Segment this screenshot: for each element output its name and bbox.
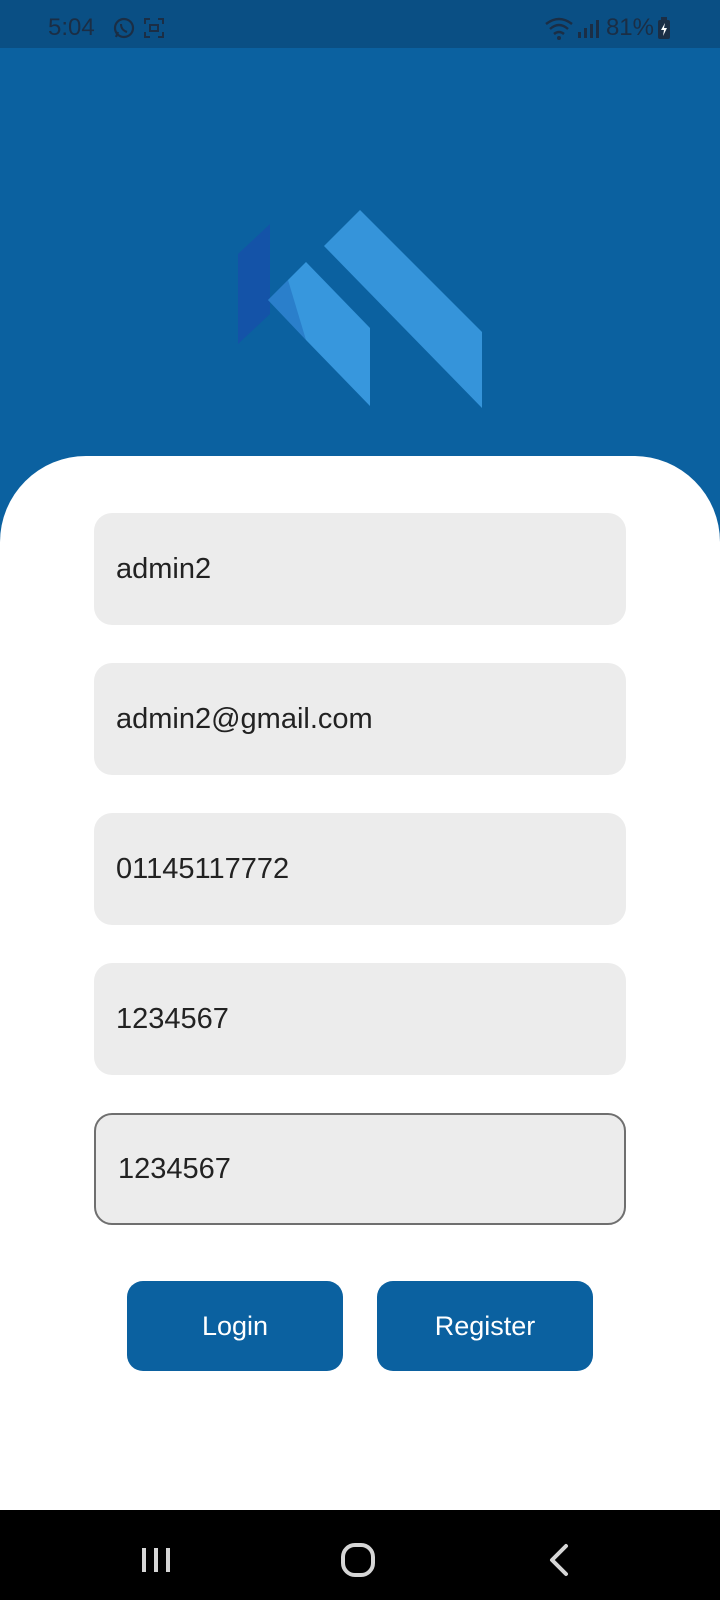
whatsapp-icon (112, 16, 136, 40)
login-button-label: Login (201, 1310, 269, 1341)
login-button[interactable]: Login (127, 1281, 343, 1371)
system-nav-bar (0, 1510, 720, 1600)
username-field[interactable]: admin2 (94, 513, 626, 625)
phone-field[interactable]: 01145117772 (94, 813, 626, 925)
battery-percent: 81% (605, 14, 654, 41)
register-button[interactable]: Register (377, 1281, 593, 1371)
battery-charging-icon (656, 16, 672, 40)
confirm-password-value: 1234567 (118, 1152, 231, 1185)
register-screen: 5:04 81% admin2 admin2@gmail.com 0114511… (0, 0, 720, 1600)
password-value: 1234567 (116, 1002, 229, 1035)
status-time: 5:04 (48, 14, 95, 41)
signal-icon (576, 16, 600, 40)
wifi-icon (544, 16, 574, 40)
back-icon[interactable] (540, 1540, 580, 1580)
house-roof-logo-icon (230, 158, 490, 418)
hero-banner (0, 48, 720, 508)
status-bar: 5:04 81% (0, 0, 720, 48)
email-field[interactable]: admin2@gmail.com (94, 663, 626, 775)
recent-apps-icon[interactable] (136, 1540, 176, 1580)
username-value: admin2 (116, 552, 212, 585)
screen-record-icon (142, 16, 166, 40)
register-button-label: Register (434, 1310, 536, 1341)
password-field[interactable]: 1234567 (94, 963, 626, 1075)
home-icon[interactable] (338, 1540, 378, 1580)
email-value: admin2@gmail.com (116, 702, 373, 735)
phone-value: 01145117772 (116, 852, 290, 885)
confirm-password-field[interactable]: 1234567 (94, 1113, 626, 1225)
